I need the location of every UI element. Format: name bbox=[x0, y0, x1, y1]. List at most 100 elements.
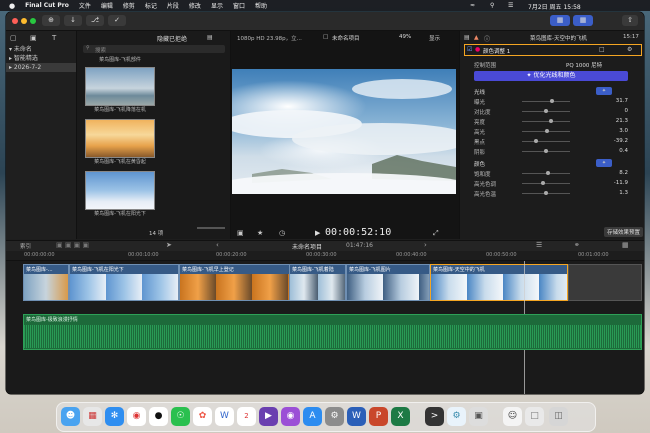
audio-clip[interactable]: 菜鸟图库-极致浪漫抒情 bbox=[23, 314, 642, 350]
menu-modify[interactable]: 修改 bbox=[189, 1, 201, 10]
slider-value[interactable]: 1.3 bbox=[619, 190, 628, 196]
share-icon[interactable]: ⇧ bbox=[622, 15, 638, 26]
clip-thumbnail[interactable] bbox=[85, 119, 155, 158]
slider-track[interactable] bbox=[522, 121, 570, 122]
checkbox[interactable]: ☑ bbox=[467, 46, 472, 53]
magic-wand-icon[interactable]: ★ bbox=[257, 229, 263, 237]
smart-collections-item[interactable]: ▸ 智能精选 bbox=[6, 54, 76, 63]
slider-value[interactable]: 31.7 bbox=[616, 98, 628, 104]
effect-name[interactable]: 颜色调整 1 bbox=[483, 47, 510, 55]
minimize-button[interactable] bbox=[21, 18, 27, 24]
clip-thumbnail[interactable] bbox=[85, 171, 155, 210]
thumbnail-size-slider[interactable] bbox=[197, 227, 225, 229]
slider-knob[interactable] bbox=[544, 109, 548, 113]
event-item[interactable]: ▸ 2026-7-2 bbox=[6, 63, 76, 72]
slider-knob[interactable] bbox=[548, 119, 553, 123]
slider-row[interactable]: 亮度 21.3 bbox=[474, 117, 634, 126]
slider-value[interactable]: 0.4 bbox=[619, 148, 628, 154]
slider-row[interactable]: 高光 3.0 bbox=[474, 127, 634, 136]
layout-timeline-toggle[interactable]: ▦ bbox=[573, 15, 593, 26]
slider-knob[interactable] bbox=[541, 181, 546, 185]
safari-icon[interactable]: ✻ bbox=[105, 407, 124, 426]
clip-thumbnail[interactable] bbox=[85, 67, 155, 106]
video-clip[interactable]: 菜鸟图库-飞机图片 bbox=[346, 264, 430, 301]
menu-trim[interactable]: 修剪 bbox=[123, 1, 135, 10]
search-input[interactable]: ⚲ 搜索 bbox=[83, 45, 225, 54]
menu-edit[interactable]: 编辑 bbox=[101, 1, 113, 10]
menu-help[interactable]: 帮助 bbox=[255, 1, 267, 10]
append-icon[interactable]: ▣ ▣ ▣ ▣ bbox=[56, 241, 89, 249]
inspector-tab-icon[interactable]: ▤ bbox=[464, 34, 470, 41]
slider-value[interactable]: 3.0 bbox=[619, 128, 628, 134]
save-preset-button[interactable]: 存储效果预置 bbox=[604, 227, 644, 237]
system-settings-icon[interactable]: ⚙ bbox=[325, 407, 344, 426]
menubar-clock[interactable]: 7月2日 周五 15:58 bbox=[528, 2, 581, 11]
excel-icon[interactable]: X bbox=[391, 407, 410, 426]
transform-icon[interactable]: ▣ bbox=[237, 229, 244, 237]
slider-knob[interactable] bbox=[546, 171, 551, 175]
library-item[interactable]: ▾ 未命名 bbox=[6, 45, 76, 54]
headphones-icon[interactable]: ⚭ bbox=[574, 241, 580, 249]
close-button[interactable] bbox=[12, 18, 18, 24]
launchpad-icon[interactable]: ▦ bbox=[83, 407, 102, 426]
gap-clip[interactable] bbox=[568, 264, 642, 301]
disk-icon[interactable]: ▣ bbox=[469, 407, 488, 426]
optimize-button[interactable]: ✦ 优化光线和颜色 bbox=[474, 71, 628, 81]
clip-appearance-icon[interactable]: ▦ bbox=[622, 241, 629, 249]
slider-row[interactable]: 阴影 0.4 bbox=[474, 147, 634, 156]
import-media-button[interactable]: ⊕ bbox=[42, 15, 60, 26]
menu-clip[interactable]: 片段 bbox=[167, 1, 179, 10]
photos-sidebar-icon[interactable]: ▣ bbox=[30, 34, 37, 42]
word-icon[interactable]: W bbox=[347, 407, 366, 426]
slider-row[interactable]: 饱和度 8.2 bbox=[474, 169, 634, 178]
layout-browser-toggle[interactable]: ▦ bbox=[550, 15, 570, 26]
video-clip[interactable]: 菜鸟图库-飞机在阳光下 bbox=[69, 264, 179, 301]
trash-icon[interactable]: ◫ bbox=[549, 407, 568, 426]
slider-value[interactable]: -39.2 bbox=[614, 138, 628, 144]
slider-row[interactable]: 高光色调 -11.9 bbox=[474, 179, 634, 188]
menu-mark[interactable]: 标记 bbox=[145, 1, 157, 10]
slider-knob[interactable] bbox=[544, 129, 549, 133]
index-button[interactable]: 索引 bbox=[20, 242, 31, 250]
forward-icon[interactable]: › bbox=[424, 241, 427, 249]
menu-view[interactable]: 显示 bbox=[211, 1, 223, 10]
slider-value[interactable]: -11.9 bbox=[614, 180, 628, 186]
mask-icon[interactable]: □ bbox=[599, 46, 605, 53]
menu-window[interactable]: 窗口 bbox=[233, 1, 245, 10]
timecode-display[interactable]: 00:00:52:10 bbox=[325, 227, 391, 238]
preview-icon[interactable]: ⚙ bbox=[447, 407, 466, 426]
play-button[interactable]: ▶ bbox=[315, 229, 320, 237]
display-popup[interactable]: 显示 bbox=[429, 34, 440, 42]
calendar-icon[interactable]: 2 bbox=[237, 407, 256, 426]
wps-icon[interactable]: W bbox=[215, 407, 234, 426]
wechat-icon[interactable]: ☉ bbox=[171, 407, 190, 426]
slider-knob[interactable] bbox=[534, 139, 539, 143]
wifi-icon[interactable]: ≈ bbox=[470, 2, 475, 9]
color-tab-icon[interactable]: ▲ bbox=[474, 34, 479, 41]
settings-icon[interactable]: ⚙ bbox=[627, 46, 632, 53]
slider-value[interactable]: 0 bbox=[625, 108, 629, 114]
magic-wand-icon[interactable]: ✦ bbox=[596, 87, 612, 95]
preset-popup[interactable]: PQ 1000 尼特 bbox=[566, 61, 602, 69]
cat-icon[interactable]: ☺ bbox=[503, 407, 522, 426]
list-view-icon[interactable]: ▤ bbox=[207, 34, 213, 41]
finder-icon[interactable]: ☻ bbox=[61, 407, 80, 426]
app-store-icon[interactable]: A bbox=[303, 407, 322, 426]
podcast-icon[interactable]: ◉ bbox=[281, 407, 300, 426]
search-icon[interactable]: ⚲ bbox=[490, 2, 494, 9]
video-frame[interactable] bbox=[232, 69, 456, 194]
folder-icon[interactable]: □ bbox=[525, 407, 544, 426]
slider-knob[interactable] bbox=[549, 99, 554, 103]
magic-wand-icon[interactable]: ✦ bbox=[596, 159, 612, 167]
powerpoint-icon[interactable]: P bbox=[369, 407, 388, 426]
timeline-project-name[interactable]: 未命名项目 bbox=[292, 242, 322, 251]
photos-icon[interactable]: ✿ bbox=[193, 407, 212, 426]
library-sidebar-icon[interactable]: ▢ bbox=[10, 34, 17, 42]
menu-file[interactable]: 文件 bbox=[79, 1, 91, 10]
video-clip[interactable]: 菜鸟图库-飞机早上登记 bbox=[179, 264, 291, 301]
slider-row[interactable]: 对比度 0 bbox=[474, 107, 634, 116]
back-icon[interactable]: ‹ bbox=[216, 241, 219, 249]
qq-icon[interactable]: ● bbox=[149, 407, 168, 426]
video-clip[interactable]: 菜鸟图库-天空中的飞机 bbox=[430, 264, 568, 301]
slider-track[interactable] bbox=[522, 101, 570, 102]
